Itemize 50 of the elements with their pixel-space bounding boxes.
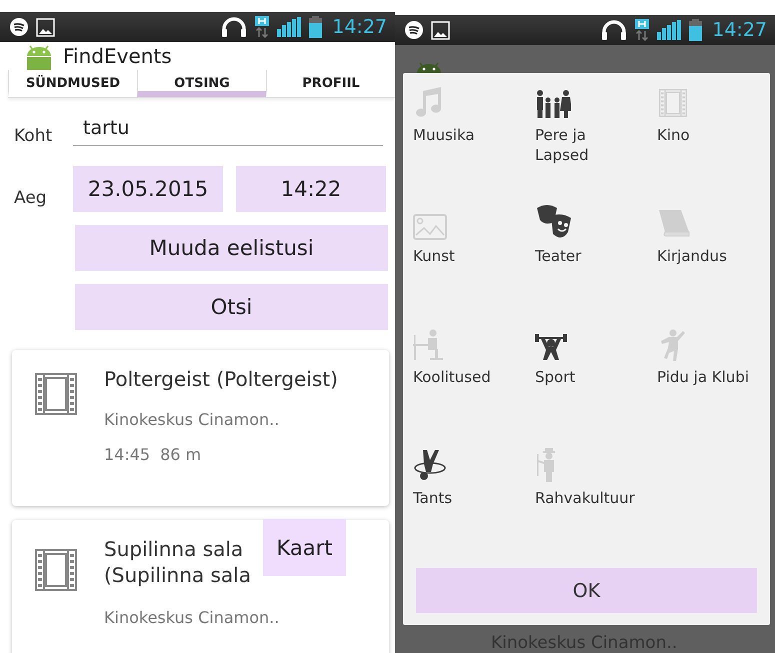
network-type-icon xyxy=(255,16,270,38)
headphones-icon xyxy=(221,17,248,37)
time-button[interactable]: 14:22 xyxy=(236,166,386,212)
event-venue: Kinokeskus Cinamon.. xyxy=(104,608,280,627)
category-label[interactable]: Pere ja Lapsed xyxy=(535,125,637,165)
spotify-icon xyxy=(405,21,423,39)
map-button[interactable]: Kaart xyxy=(263,519,346,576)
app-title: FindEvents xyxy=(63,44,172,68)
category-label[interactable]: Teater xyxy=(535,246,582,266)
field-label: Aeg xyxy=(14,187,48,208)
place-field[interactable]: tartu xyxy=(73,112,383,146)
spotify-icon xyxy=(10,18,28,36)
category-label[interactable]: Koolitused xyxy=(413,367,491,387)
status-time: 14:27 xyxy=(332,16,387,38)
category-label[interactable]: Kino xyxy=(657,125,690,145)
tab[interactable]: SÜNDMUSED xyxy=(8,70,137,97)
event-title: Supilinna sala xyxy=(104,536,244,562)
category-label[interactable]: Kirjandus xyxy=(657,246,727,266)
category-label[interactable]: Rahvakultuur xyxy=(535,488,635,508)
network-type-icon xyxy=(635,19,650,41)
date-button[interactable]: 23.05.2015 xyxy=(73,166,223,212)
battery-icon xyxy=(309,16,322,38)
film-icon xyxy=(32,370,80,418)
image-icon xyxy=(36,18,55,36)
category-label[interactable]: Sport xyxy=(535,367,576,387)
ok-button[interactable]: OK xyxy=(416,568,757,613)
headphones-icon xyxy=(601,20,628,40)
signal-icon xyxy=(657,20,682,40)
film-icon xyxy=(32,546,80,594)
image-icon xyxy=(431,20,450,40)
battery-icon xyxy=(689,19,702,41)
field-label: Koht xyxy=(14,125,54,146)
status-time: 14:27 xyxy=(712,19,767,41)
category-label[interactable]: Tants xyxy=(413,488,452,508)
search-button[interactable]: Otsi xyxy=(75,284,388,330)
category-icon[interactable] xyxy=(535,204,573,240)
category-icon[interactable] xyxy=(535,331,567,361)
signal-icon xyxy=(277,17,302,37)
event-time: 14:45 xyxy=(104,445,150,464)
category-label[interactable]: Kunst xyxy=(413,246,455,266)
event-title: Poltergeist (Poltergeist) xyxy=(104,366,338,392)
event-distance: 86 m xyxy=(160,445,202,464)
category-label[interactable]: Muusika xyxy=(413,125,475,145)
category-label[interactable]: Pidu ja Klubi xyxy=(657,367,750,387)
category-icon[interactable] xyxy=(413,450,447,482)
event-venue: Kinokeskus Cinamon.. xyxy=(104,410,280,429)
preferences-button[interactable]: Muuda eelistusi xyxy=(75,225,388,271)
tab[interactable]: OTSING xyxy=(137,70,266,97)
category-icon[interactable] xyxy=(535,89,571,119)
event-title: (Supilinna sala xyxy=(104,562,252,588)
